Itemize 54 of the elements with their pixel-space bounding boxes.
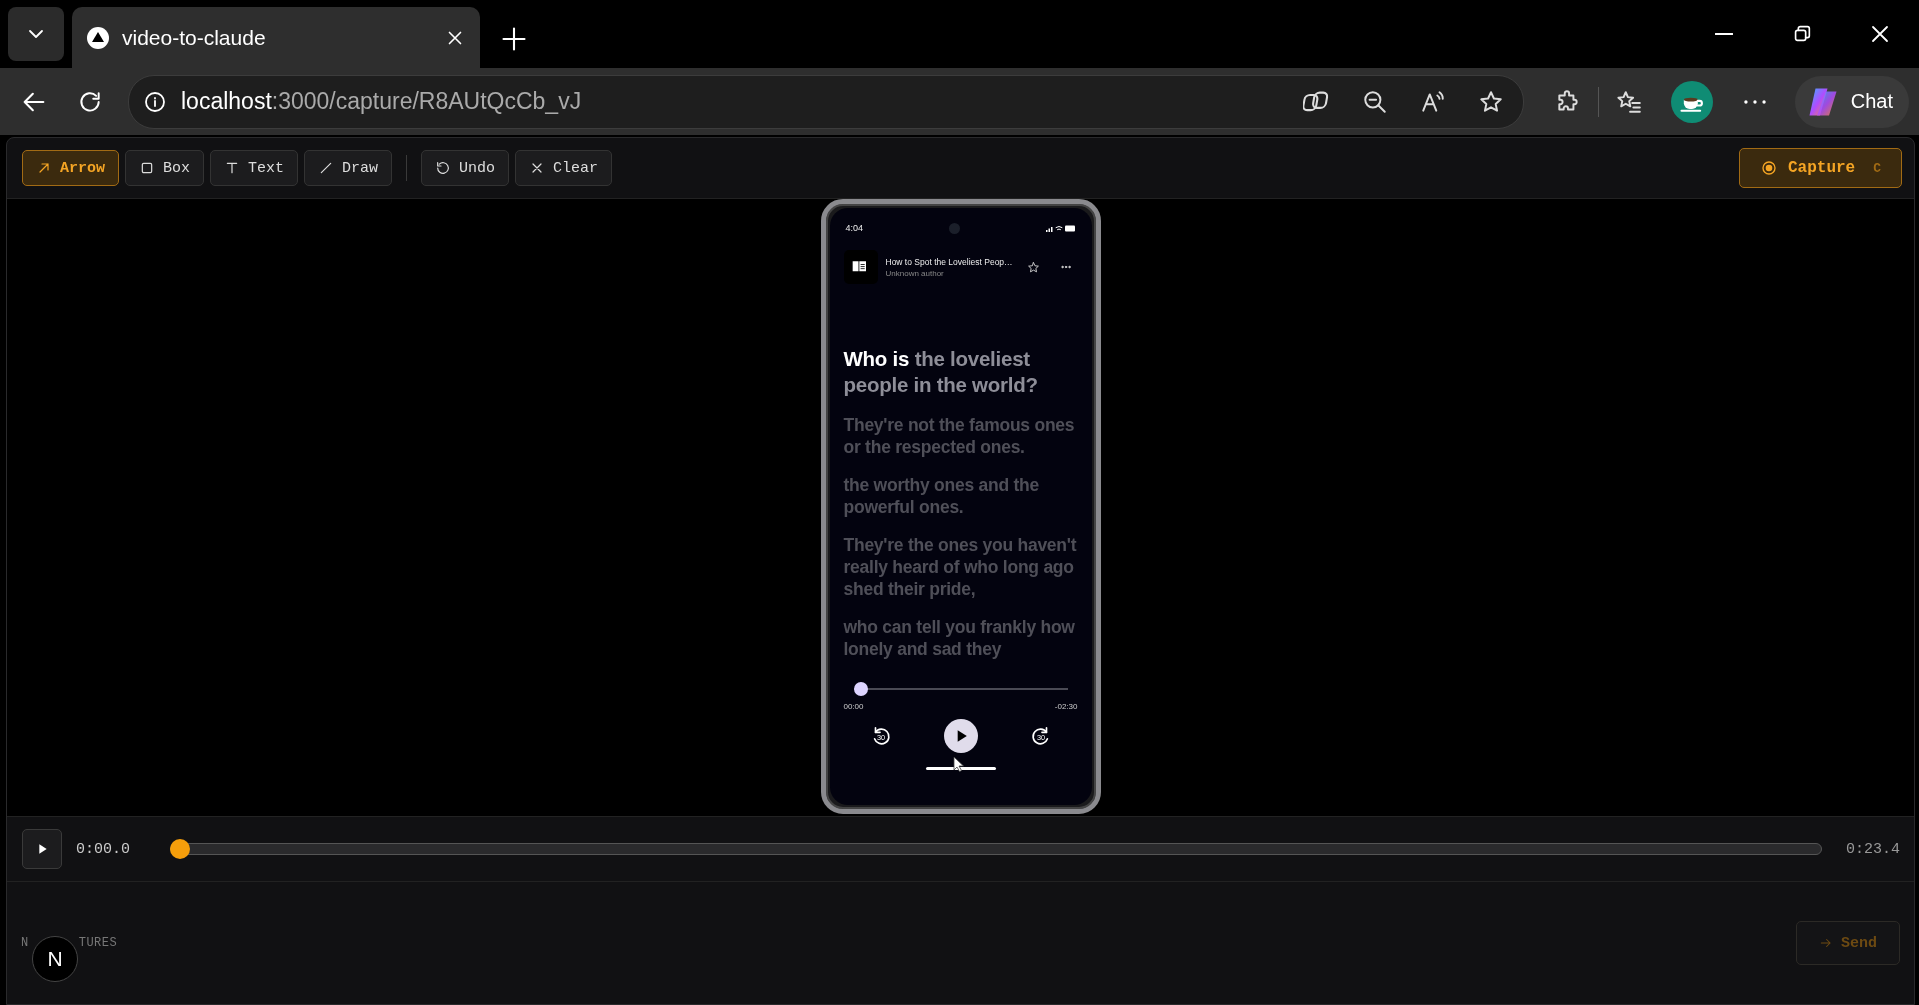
- timeline-thumb[interactable]: [170, 839, 190, 859]
- browser-tab[interactable]: video-to-claude: [72, 7, 480, 68]
- undo-icon: [435, 160, 452, 176]
- address-bar[interactable]: localhost:3000/capture/R8AUtQcCb_vJ: [128, 74, 1524, 129]
- author-name: Unknown author: [885, 268, 945, 278]
- read-aloud-icon: [1419, 88, 1446, 115]
- play-button[interactable]: [22, 829, 62, 869]
- url-text: localhost:3000/capture/R8AUtQcCb_vJ: [181, 88, 583, 115]
- tab-title: video-to-claude: [122, 25, 267, 50]
- text-tool-button[interactable]: Text: [210, 150, 299, 186]
- captures-label: N: [21, 936, 29, 950]
- dev-badge[interactable]: N: [32, 936, 78, 982]
- star-icon: [1477, 88, 1504, 115]
- duration-time: 0:23.4: [1846, 840, 1900, 858]
- remaining-time: -02:30: [1054, 702, 1078, 711]
- undo-button[interactable]: Undo: [421, 150, 510, 186]
- elapsed-time: 00:00: [843, 702, 864, 711]
- lyric-line: the worthy ones and the powerful ones.: [843, 474, 1041, 518]
- lyric-line: They're not the famous ones or the respected ones.: [843, 414, 1076, 458]
- clear-button[interactable]: Clear: [515, 150, 613, 186]
- minimize-icon: [1715, 33, 1733, 35]
- cursor-icon: [952, 756, 965, 772]
- skip-back-button[interactable]: 30: [869, 725, 892, 747]
- chat-button[interactable]: Chat: [1794, 75, 1909, 128]
- record-icon: [1759, 159, 1778, 177]
- home-indicator: [925, 767, 996, 770]
- zoom-out-icon: [1361, 88, 1388, 115]
- captures-label: TURES: [78, 936, 119, 950]
- star-list-icon: [1615, 88, 1642, 115]
- camera-icon: [948, 222, 960, 234]
- current-time: 0:00.0: [76, 840, 131, 858]
- box-tool-button[interactable]: Box: [125, 150, 205, 186]
- book-title: How to Spot the Loveliest Peop…: [885, 256, 1014, 267]
- triangle-logo-icon: [86, 25, 110, 50]
- shortcut-hint: C: [1873, 160, 1881, 176]
- lyric-line: Who is the loveliest people in the world?: [843, 346, 1039, 398]
- timeline-slider[interactable]: [170, 839, 1822, 859]
- profile-avatar[interactable]: [1670, 80, 1713, 123]
- arrow-tool-button[interactable]: Arrow: [22, 150, 119, 186]
- lyric-line: They're the ones you haven't really heard of who long ago shed their pride,: [843, 534, 1078, 600]
- progress-thumb[interactable]: [853, 682, 868, 696]
- star-icon: [1026, 260, 1040, 274]
- info-icon: [143, 89, 167, 114]
- plus-icon: [500, 25, 528, 53]
- more-icon: [1743, 99, 1766, 104]
- lyric-line: who can tell you frankly how lonely and sad they: [843, 616, 1076, 660]
- capture-button[interactable]: Capture C: [1738, 148, 1902, 188]
- tool-icon: [139, 160, 155, 176]
- status-time: 4:04: [845, 223, 864, 233]
- skip-forward-button[interactable]: 30: [1029, 725, 1052, 747]
- phone-play-button[interactable]: [943, 719, 978, 753]
- draw-tool-button[interactable]: Draw: [304, 150, 393, 186]
- arrow-right-icon: [1819, 936, 1833, 950]
- status-icons: [1045, 223, 1076, 233]
